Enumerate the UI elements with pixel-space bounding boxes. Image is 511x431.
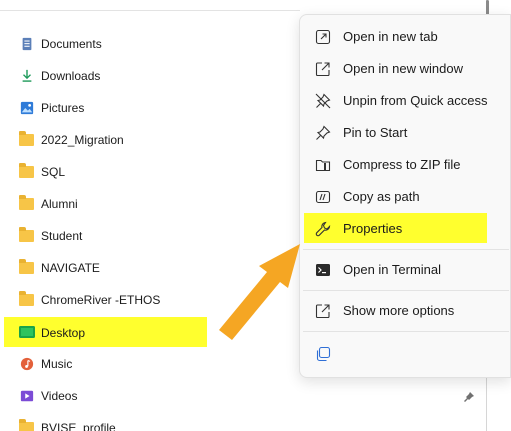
- menu-item-label: Compress to ZIP file: [343, 157, 461, 172]
- folder-icon: [19, 419, 35, 431]
- music-icon: [20, 357, 34, 371]
- nav-item-bvise-profile[interactable]: BVISE_profile: [0, 413, 300, 431]
- nav-item-music[interactable]: Music: [0, 349, 300, 379]
- menu-item-pin-to-start[interactable]: Pin to Start: [300, 117, 511, 149]
- nav-item-alumni[interactable]: Alumni: [0, 189, 300, 219]
- zip-icon: [315, 159, 331, 172]
- nav-item-label: Pictures: [41, 101, 85, 115]
- menu-item-open-new-tab[interactable]: Open in new tab: [300, 21, 511, 53]
- nav-item-label: 2022_Migration: [41, 133, 124, 147]
- nav-item-sql[interactable]: SQL: [0, 157, 300, 187]
- copy-icon: [316, 346, 331, 362]
- nav-item-label: Downloads: [41, 69, 101, 83]
- nav-item-label: ChromeRiver -ETHOS: [41, 293, 161, 307]
- wrench-icon: [315, 221, 331, 237]
- menu-item-properties[interactable]: Properties: [300, 213, 511, 245]
- menu-item-label: Unpin from Quick access: [343, 93, 488, 108]
- menu-item-open-in-terminal[interactable]: Open in Terminal: [300, 254, 511, 286]
- documents-icon: [22, 37, 32, 51]
- menu-item-label: Properties: [343, 221, 403, 236]
- menu-separator: [303, 249, 509, 250]
- menu-item-open-new-window[interactable]: Open in new window: [300, 53, 511, 85]
- desktop-icon: [19, 326, 35, 338]
- nav-item-pictures[interactable]: Pictures: [0, 93, 300, 123]
- nav-item-videos[interactable]: Videos: [0, 381, 300, 411]
- menu-separator: [303, 331, 509, 332]
- folder-icon: [19, 291, 35, 307]
- menu-item-copy-as-path[interactable]: Copy as path: [300, 181, 511, 213]
- copy-path-icon: [315, 190, 331, 204]
- videos-icon: [20, 390, 34, 402]
- terminal-icon: [316, 264, 330, 276]
- downloads-icon: [22, 69, 32, 82]
- pin-icon: [464, 392, 474, 402]
- nav-item-label: Student: [41, 229, 83, 243]
- folder-icon: [19, 195, 35, 211]
- nav-item-label: Alumni: [41, 197, 78, 211]
- nav-item-2022-migration[interactable]: 2022_Migration: [0, 125, 300, 155]
- open-new-window-icon: [315, 62, 330, 77]
- pictures-icon: [20, 101, 34, 115]
- open-new-tab-icon: [315, 29, 331, 45]
- annotation-arrow: [219, 244, 300, 340]
- folder-icon: [19, 163, 35, 179]
- nav-item-label: NAVIGATE: [41, 261, 100, 275]
- nav-item-documents[interactable]: Documents: [0, 29, 300, 59]
- menu-item-copy[interactable]: [300, 338, 511, 370]
- nav-item-label: Videos: [41, 389, 78, 403]
- nav-item-label: Music: [41, 357, 73, 371]
- folder-icon: [19, 259, 35, 275]
- nav-item-label: SQL: [41, 165, 66, 179]
- menu-item-label: Pin to Start: [343, 125, 408, 140]
- pin-icon: [316, 125, 331, 140]
- nav-item-downloads[interactable]: Downloads: [0, 61, 300, 91]
- unpin-icon: [315, 93, 331, 109]
- nav-item-label: BVISE_profile: [41, 421, 116, 431]
- menu-item-label: Open in Terminal: [343, 262, 442, 277]
- nav-item-label: Documents: [41, 37, 102, 51]
- menu-separator: [303, 290, 509, 291]
- menu-item-show-more-options[interactable]: Show more options: [300, 295, 511, 327]
- menu-item-label: Show more options: [343, 303, 455, 318]
- menu-item-label: Copy as path: [343, 189, 420, 204]
- menu-item-label: Open in new tab: [343, 29, 438, 44]
- menu-item-compress-zip[interactable]: Compress to ZIP file: [300, 149, 511, 181]
- menu-item-label: Open in new window: [343, 61, 463, 76]
- more-options-icon: [315, 304, 330, 319]
- menu-item-unpin-quick-access[interactable]: Unpin from Quick access: [300, 85, 511, 117]
- nav-item-label: Desktop: [41, 326, 86, 340]
- explorer-top-border: [0, 10, 300, 11]
- context-menu: Open in new tab Open in new window Unpin…: [299, 14, 511, 378]
- folder-icon: [19, 227, 35, 243]
- folder-icon: [19, 131, 35, 147]
